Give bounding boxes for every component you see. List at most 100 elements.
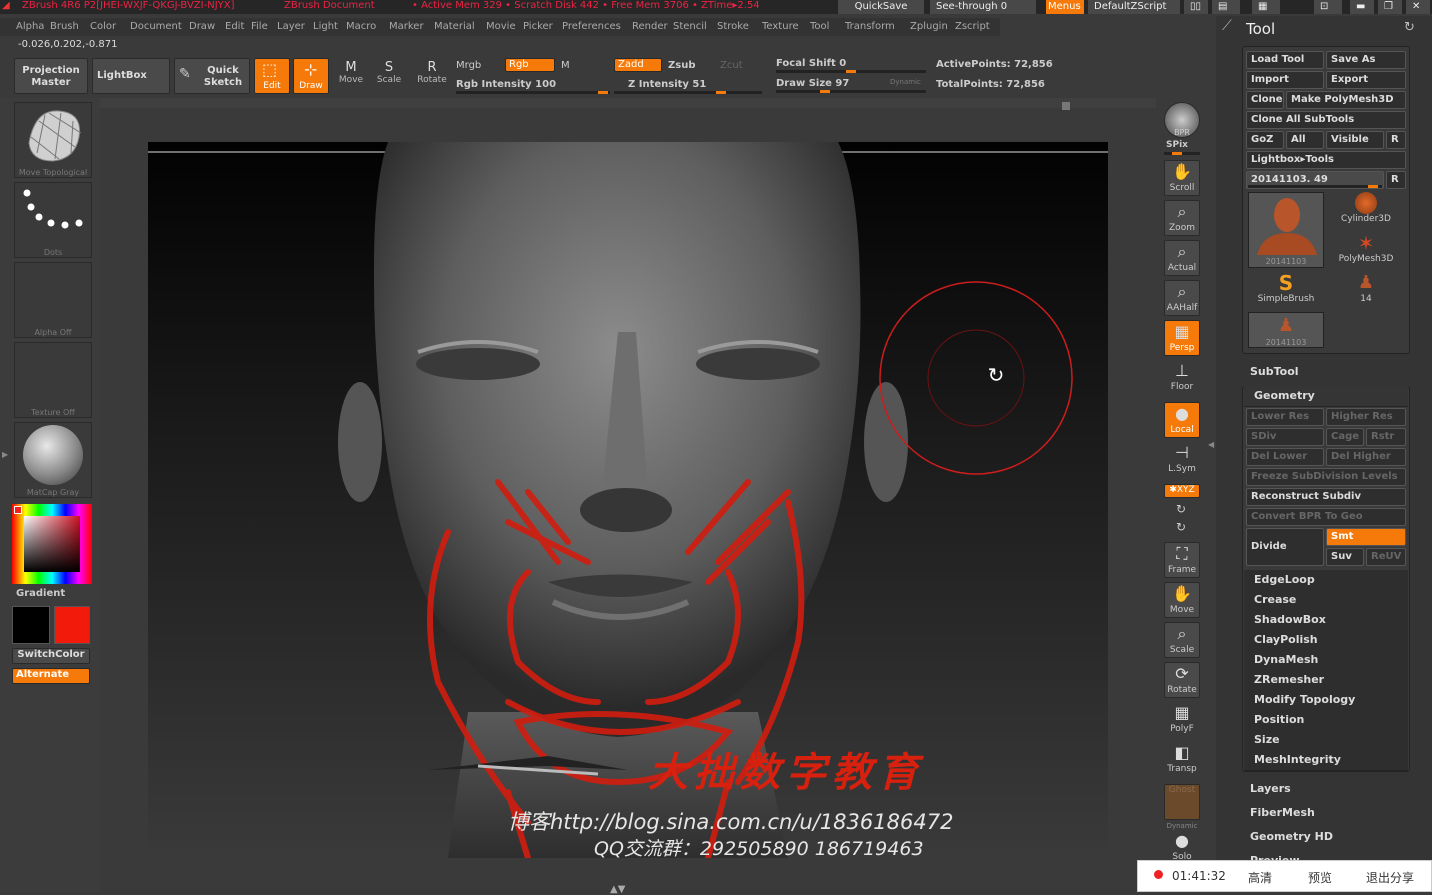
preview-button[interactable]: 预览 xyxy=(1308,869,1332,886)
xyz-button[interactable]: ✱XYZ xyxy=(1164,484,1200,498)
menu-material[interactable]: Material xyxy=(434,21,475,32)
minimize-icon[interactable]: ▬ xyxy=(1350,0,1374,14)
rgb-toggle[interactable]: Rgb xyxy=(505,58,555,72)
preview-section[interactable]: Preview xyxy=(1240,851,1410,860)
spix-track[interactable] xyxy=(1164,152,1200,155)
aahalf-button[interactable]: ⌕ AAHalf xyxy=(1164,280,1200,316)
menu-stencil[interactable]: Stencil xyxy=(673,21,707,32)
rgb-intensity-track[interactable] xyxy=(456,91,610,94)
del-lower-button[interactable]: Del Lower xyxy=(1246,448,1324,466)
rotate-y-icon[interactable]: ↻ xyxy=(1176,502,1186,516)
zsub-toggle[interactable]: Zsub xyxy=(668,60,695,71)
freeze-subdivision-button[interactable]: Freeze SubDivision Levels xyxy=(1246,468,1406,486)
draw-size-track[interactable] xyxy=(776,90,926,93)
visible-button[interactable]: Visible xyxy=(1326,131,1384,149)
r-tool-button[interactable]: R xyxy=(1386,171,1406,189)
stroke-selector[interactable]: Dots xyxy=(14,182,92,258)
main-color-swatch[interactable] xyxy=(54,606,90,644)
tool-thumb-14[interactable]: ♟ 14 xyxy=(1328,272,1404,308)
lock-icon[interactable]: ⊡ xyxy=(1314,0,1342,14)
ghost-button[interactable]: Ghost xyxy=(1164,784,1200,820)
bottom-tray-arrow-icon[interactable]: ▲▼ xyxy=(610,884,625,895)
geometry-claypolish-section[interactable]: ClayPolish xyxy=(1244,630,1408,651)
actual-button[interactable]: ⌕ Actual xyxy=(1164,240,1200,276)
color-square[interactable] xyxy=(24,516,80,572)
import-button[interactable]: Import xyxy=(1246,71,1324,89)
subtool-section[interactable]: SubTool xyxy=(1240,362,1410,382)
scale-button[interactable]: S Scale xyxy=(372,60,406,94)
menu-zplugin[interactable]: Zplugin xyxy=(910,21,948,32)
reconstruct-subdiv-button[interactable]: Reconstruct Subdiv xyxy=(1246,488,1406,506)
geometry-dynamesh-section[interactable]: DynaMesh xyxy=(1244,650,1408,671)
menu-draw[interactable]: Draw xyxy=(189,21,215,32)
menu-stroke[interactable]: Stroke xyxy=(717,21,749,32)
alternate-toggle[interactable]: Alternate xyxy=(12,668,90,684)
reuv-button[interactable]: ReUV xyxy=(1366,548,1406,566)
persp-button[interactable]: ▦ Persp xyxy=(1164,320,1200,356)
layout-icon[interactable]: ▯▯ xyxy=(1184,0,1208,14)
save-as-button[interactable]: Save As xyxy=(1326,51,1406,69)
projection-master-button[interactable]: Projection Master xyxy=(14,58,88,94)
zadd-toggle[interactable]: Zadd xyxy=(614,58,662,72)
menu-edit[interactable]: Edit xyxy=(225,21,244,32)
export-button[interactable]: Export xyxy=(1326,71,1406,89)
material-selector[interactable]: MatCap Gray xyxy=(14,422,92,498)
geometry-hd-section[interactable]: Geometry HD xyxy=(1240,827,1410,847)
focal-shift-track[interactable] xyxy=(776,70,926,73)
focal-shift-slider[interactable]: Focal Shift 0 xyxy=(776,58,846,69)
rotate-view-button[interactable]: ⟳ Rotate xyxy=(1164,662,1200,698)
menus-button[interactable]: Menus xyxy=(1046,0,1084,14)
geometry-zremesher-section[interactable]: ZRemesher xyxy=(1244,670,1408,691)
exit-share-button[interactable]: 退出分享 xyxy=(1366,869,1414,886)
tool-thumb-polymesh[interactable]: ✶ PolyMesh3D xyxy=(1328,232,1404,268)
higher-res-button[interactable]: Higher Res xyxy=(1326,408,1406,426)
spix-slider[interactable]: SPix xyxy=(1166,140,1188,150)
m-toggle[interactable]: M xyxy=(561,60,570,71)
document-canvas[interactable]: ↻ 大拙数字教育 博客http://blog.sina.com.cn/u/183… xyxy=(148,142,1108,858)
window-icon[interactable]: ▦ xyxy=(1252,0,1280,14)
close-icon[interactable]: ✕ xyxy=(1406,0,1430,14)
z-intensity-slider[interactable]: Z Intensity 51 xyxy=(628,79,706,90)
menu-brush[interactable]: Brush xyxy=(50,21,79,32)
r-button[interactable]: R xyxy=(1386,131,1406,149)
rotate-button[interactable]: R Rotate xyxy=(414,60,450,94)
alpha-selector[interactable]: Alpha Off xyxy=(14,262,92,338)
load-tool-button[interactable]: Load Tool xyxy=(1246,51,1324,69)
zoom-button[interactable]: ⌕ Zoom xyxy=(1164,200,1200,236)
tool-thumb-recent[interactable]: ♟ 20141103 xyxy=(1248,312,1324,348)
menu-document[interactable]: Document xyxy=(130,21,182,32)
tool-pin-icon[interactable]: ⟋ xyxy=(1222,18,1232,34)
right-tray-arrow-icon[interactable]: ◀ xyxy=(1208,440,1214,449)
quicksave-button[interactable]: QuickSave xyxy=(838,0,924,14)
mrgb-toggle[interactable]: Mrgb xyxy=(456,60,481,71)
scroll-button[interactable]: ✋ Scroll xyxy=(1164,160,1200,196)
geometry-crease-section[interactable]: Crease xyxy=(1244,590,1408,611)
lightbox-tools-button[interactable]: Lightbox▸Tools xyxy=(1246,151,1406,169)
lower-res-button[interactable]: Lower Res xyxy=(1246,408,1324,426)
dynamic-toggle[interactable]: Dynamic xyxy=(890,78,921,86)
divide-button[interactable]: Divide xyxy=(1246,528,1324,566)
lightbox-button[interactable]: LightBox xyxy=(92,58,170,94)
switchcolor-button[interactable]: SwitchColor xyxy=(12,648,90,664)
menu-layer[interactable]: Layer xyxy=(277,21,305,32)
geometry-meshintegrity-section[interactable]: MeshIntegrity xyxy=(1244,750,1408,771)
clone-button[interactable]: Clone xyxy=(1246,91,1284,109)
secondary-color-swatch[interactable] xyxy=(12,606,50,644)
palette-icon[interactable]: ▤ xyxy=(1212,0,1240,14)
rotate-z-icon[interactable]: ↻ xyxy=(1176,520,1186,534)
rstr-button[interactable]: Rstr xyxy=(1366,428,1406,446)
all-button[interactable]: All xyxy=(1286,131,1324,149)
menu-transform[interactable]: Transform xyxy=(845,21,895,32)
make-polymesh-button[interactable]: Make PolyMesh3D xyxy=(1286,91,1406,109)
tool-refresh-icon[interactable]: ↻ xyxy=(1404,20,1415,35)
lsym-button[interactable]: ⊣ L.Sym xyxy=(1164,442,1200,478)
local-button[interactable]: ● Local xyxy=(1164,402,1200,438)
menu-light[interactable]: Light xyxy=(313,21,338,32)
menu-file[interactable]: File xyxy=(251,21,268,32)
goz-button[interactable]: GoZ xyxy=(1246,131,1284,149)
menu-zscript[interactable]: Zscript xyxy=(955,21,990,32)
bpr-button[interactable]: BPR xyxy=(1164,102,1200,138)
geometry-edgeloop-section[interactable]: EdgeLoop xyxy=(1244,570,1408,591)
color-picker[interactable] xyxy=(12,504,92,584)
gradient-toggle[interactable]: Gradient xyxy=(16,588,65,599)
